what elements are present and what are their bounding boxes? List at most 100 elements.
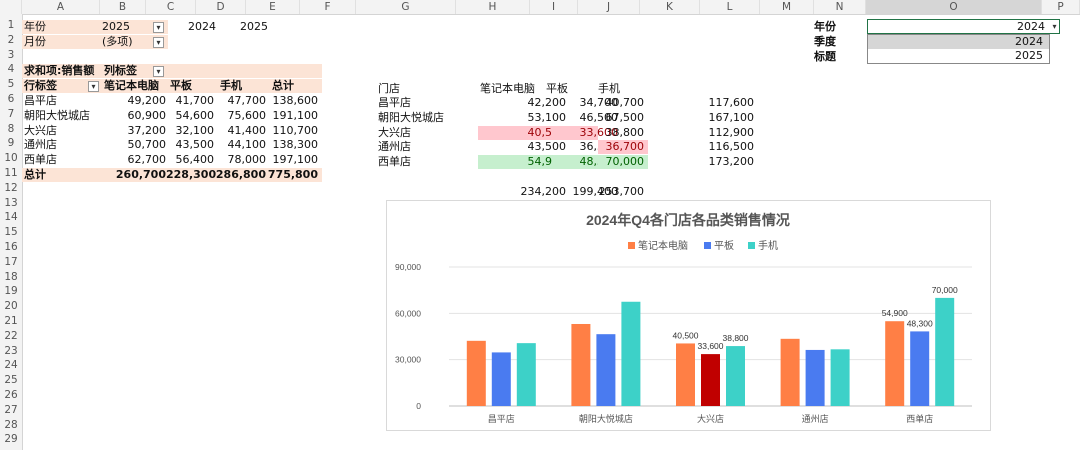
table2-row-store: 通州店	[378, 140, 411, 154]
dropdown-option-2024[interactable]: 2024	[868, 35, 1049, 49]
column-header-L[interactable]: L	[700, 0, 760, 14]
row-header-5[interactable]: 5	[0, 77, 22, 92]
bar-chart[interactable]: 2024年Q4各门店各品类销售情况 笔记本电脑 平板 手机 0 30,000 60,00…	[386, 200, 991, 431]
legend-label: 笔记本电脑	[638, 239, 688, 252]
row-header-10[interactable]: 10	[0, 151, 22, 166]
filter-icon[interactable]: ▾	[153, 22, 164, 33]
column-header-B[interactable]: B	[100, 0, 146, 14]
x-tick-label: 朝阳大悦城店	[579, 413, 633, 424]
pivot-cell: 49,200	[127, 94, 167, 107]
pivot-header-laptop: 笔记本电脑	[104, 79, 159, 92]
column-header-D[interactable]: D	[196, 0, 246, 14]
row-header-1[interactable]: 1	[0, 18, 22, 33]
pivot-header-tablet: 平板	[170, 79, 192, 92]
row-header-bar: 1 2 3 4 5 6 7 8 9 10 11 12 13 14 15 16 17 18 19 20 21 22 23 24 2…	[0, 14, 23, 450]
pivot-row-store: 西单店	[24, 153, 57, 167]
pivot-cell: 50,700	[127, 138, 167, 152]
row-header-15[interactable]: 15	[0, 225, 22, 240]
bar-通州店-手机	[830, 349, 850, 406]
row-header-18[interactable]: 18	[0, 270, 22, 285]
select-all-corner[interactable]	[0, 0, 22, 14]
row-header-19[interactable]: 19	[0, 284, 22, 299]
bar-昌平店-平板	[491, 352, 511, 406]
pivot-cell: 110,700	[272, 123, 319, 137]
pivot-cell: 56,400	[175, 153, 215, 167]
row-header-26[interactable]: 26	[0, 388, 22, 403]
year-dropdown-list[interactable]: 2024 2025	[867, 34, 1050, 64]
row-header-22[interactable]: 22	[0, 329, 22, 344]
control-title-label: 标题	[814, 50, 836, 63]
dropdown-option-2025[interactable]: 2025	[868, 49, 1049, 63]
table2-cell: 67,500	[605, 110, 645, 124]
row-header-14[interactable]: 14	[0, 210, 22, 225]
y-tick-label: 30,000	[395, 355, 421, 365]
column-header-H[interactable]: H	[456, 0, 530, 14]
year-select-value[interactable]: 2024	[867, 20, 1045, 34]
row-header-29[interactable]: 29	[0, 432, 22, 447]
row-header-2[interactable]: 2	[0, 33, 22, 48]
bar-昌平店-手机	[516, 343, 536, 406]
row-header-16[interactable]: 16	[0, 240, 22, 255]
cell-c1: 2024	[188, 20, 216, 33]
column-header-J[interactable]: J	[578, 0, 640, 14]
column-header-A[interactable]: A	[22, 0, 100, 14]
chevron-down-icon[interactable]: ▾	[1049, 21, 1060, 32]
bar-朝阳大悦城店-平板	[596, 334, 616, 406]
table2-cell: 40,700	[605, 96, 645, 109]
table2-header-tablet: 平板	[546, 82, 568, 95]
row-header-9[interactable]: 9	[0, 136, 22, 151]
chart-title: 2024年Q4各门店各品类销售情况	[586, 212, 790, 228]
table2-row-store: 大兴店	[378, 125, 411, 139]
bar-通州店-平板	[805, 349, 825, 406]
table2-cell: 70,000	[605, 155, 645, 169]
row-header-21[interactable]: 21	[0, 314, 22, 329]
row-header-12[interactable]: 12	[0, 181, 22, 196]
column-header-E[interactable]: E	[246, 0, 300, 14]
sheet-grid[interactable]: 年份 2025 ▾ 2024 2025 月份 (多项) ▾ 求和项:销售额 列标…	[22, 14, 1080, 450]
pivot-cell: 41,400	[227, 123, 267, 137]
row-header-6[interactable]: 6	[0, 92, 22, 107]
filter-icon[interactable]: ▾	[153, 37, 164, 48]
column-header-P[interactable]: P	[1042, 0, 1080, 14]
pivot-filter-month-label: 月份	[22, 35, 102, 49]
pivot-cell: 54,600	[175, 108, 215, 122]
row-header-3[interactable]: 3	[0, 48, 22, 63]
pivot-cell: 138,300	[272, 138, 319, 152]
row-header-25[interactable]: 25	[0, 373, 22, 388]
filter-icon[interactable]: ▾	[153, 66, 164, 77]
column-header-M[interactable]: M	[760, 0, 814, 14]
column-header-G[interactable]: G	[356, 0, 456, 14]
row-header-20[interactable]: 20	[0, 299, 22, 314]
pivot-total-laptop: 260,700	[115, 168, 166, 181]
pivot-cell: 191,100	[272, 108, 319, 122]
row-header-17[interactable]: 17	[0, 255, 22, 270]
table2-row-sum: 112,900	[708, 125, 755, 139]
pivot-cell: 47,700	[227, 94, 267, 107]
pivot-header-total: 总计	[272, 79, 294, 92]
data-label: 48,300	[907, 318, 933, 328]
pivot-total-label: 总计	[24, 168, 46, 181]
row-header-28[interactable]: 28	[0, 418, 22, 433]
row-header-11[interactable]: 11	[0, 166, 22, 181]
row-header-27[interactable]: 27	[0, 403, 22, 418]
filter-icon[interactable]: ▾	[88, 81, 99, 92]
column-header-N[interactable]: N	[814, 0, 866, 14]
x-tick-label: 大兴店	[697, 413, 724, 424]
x-tick-label: 昌平店	[488, 413, 515, 424]
row-header-23[interactable]: 23	[0, 344, 22, 359]
column-header-C[interactable]: C	[146, 0, 196, 14]
bar-昌平店-笔记本电脑	[466, 340, 486, 406]
column-header-K[interactable]: K	[640, 0, 700, 14]
row-header-4[interactable]: 4	[0, 62, 22, 77]
pivot-cell: 78,000	[227, 153, 267, 167]
pivot-cell: 197,100	[272, 153, 319, 167]
row-header-7[interactable]: 7	[0, 107, 22, 122]
row-header-24[interactable]: 24	[0, 358, 22, 373]
row-header-8[interactable]: 8	[0, 122, 22, 137]
column-header-O[interactable]: O	[866, 0, 1042, 14]
column-header-I[interactable]: I	[530, 0, 578, 14]
control-year-label: 年份	[814, 20, 836, 33]
legend-swatch	[704, 242, 711, 249]
row-header-13[interactable]: 13	[0, 196, 22, 211]
column-header-F[interactable]: F	[300, 0, 356, 14]
